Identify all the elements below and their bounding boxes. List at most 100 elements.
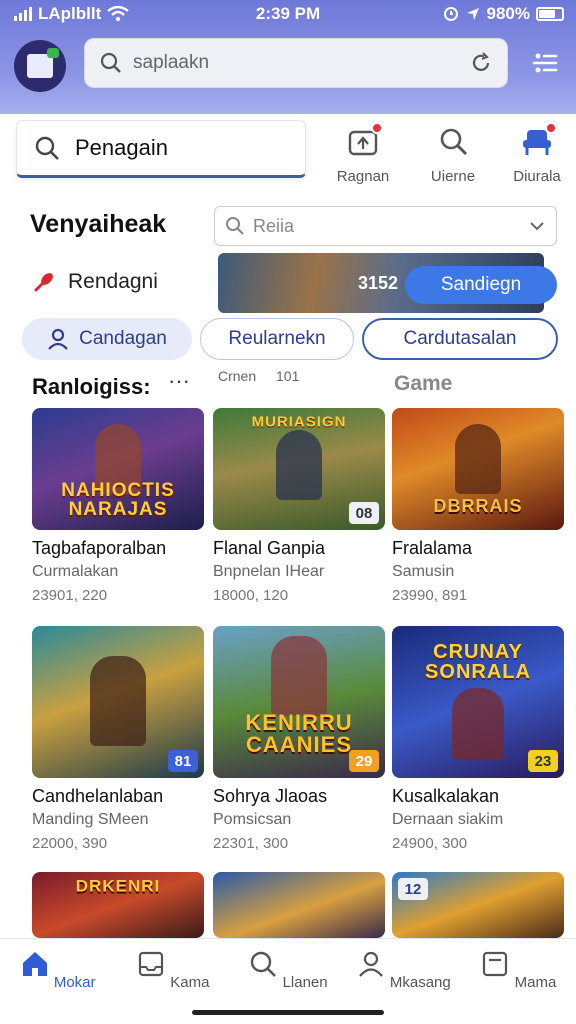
chip-candagan[interactable]: Candagan <box>22 318 192 360</box>
game-developer: Samusin <box>392 563 455 580</box>
inbox-icon <box>139 951 164 977</box>
game-art-title: NAHIOCTIS NARAJAS <box>61 480 175 520</box>
search-icon <box>226 217 244 235</box>
nav-label: Kama <box>170 974 210 991</box>
nav-label: Mama <box>514 974 557 991</box>
search-icon <box>251 951 277 977</box>
search-icon <box>100 52 121 73</box>
top-header: LAplbllt 2:39 PM 980% saplaakn <box>0 0 576 114</box>
list-header: Ranloigiss: <box>32 374 151 399</box>
game-developer: Dernaan siakim <box>392 811 504 828</box>
list-category: Game <box>394 372 453 395</box>
game-thumbnail[interactable]: MURIASIGN 08 <box>213 408 385 530</box>
game-thumbnail[interactable] <box>213 872 385 938</box>
user-icon <box>48 328 68 350</box>
game-thumbnail[interactable]: KENIRRU CAANIES 29 <box>213 626 385 778</box>
game-name: Candhelanlaban <box>32 786 164 806</box>
game-art-title: KENIRRU CAANIES <box>245 710 353 757</box>
pin-icon <box>34 273 53 292</box>
chip-reularnekn[interactable]: Reularnekn <box>200 318 354 360</box>
nav-label: Llanen <box>282 974 328 991</box>
game-card[interactable]: 12 <box>392 872 564 938</box>
game-thumbnail[interactable]: 81 <box>32 626 204 778</box>
menu-icon[interactable] <box>530 48 560 78</box>
filter-placeholder: Reiia <box>253 215 295 236</box>
game-card[interactable]: NAHIOCTIS NARAJAS Tagbafaporalban Curmal… <box>32 408 204 604</box>
game-art-title: DRKENRI <box>75 876 161 896</box>
quick-action-ragnan[interactable]: Ragnan <box>328 122 398 185</box>
list-subtitle: Crnen <box>218 368 257 384</box>
game-card[interactable]: MURIASIGN 08 Flanal Ganpia Bnpnelan IHea… <box>213 408 385 604</box>
game-name: Flanal Ganpia <box>213 538 326 558</box>
game-art-title: MURIASIGN <box>251 413 347 431</box>
game-name: Tagbafaporalban <box>32 538 167 558</box>
filter-dropdown[interactable]: Reiia <box>214 206 557 246</box>
quick-action-label: Uierne <box>430 168 476 185</box>
more-icon[interactable]: ··· <box>168 368 190 394</box>
tag-item[interactable]: Rendagni <box>32 270 158 294</box>
game-stats: 23901, 220 <box>32 587 108 604</box>
game-developer: Pomsicsan <box>213 811 292 828</box>
game-badge: 81 <box>168 750 198 772</box>
game-badge: 29 <box>349 750 379 772</box>
chair-icon <box>521 122 557 158</box>
quick-action-label: Diurala <box>513 168 561 185</box>
nav-item-home[interactable]: Mokar <box>0 939 115 1024</box>
tag-label: Rendagni <box>68 270 158 293</box>
nav-label: Mkasang <box>389 974 451 991</box>
game-name: Kusalkalakan <box>392 786 500 806</box>
battery-percent: 980% <box>486 4 530 23</box>
game-name: Fralalama <box>392 538 473 558</box>
section-title: Venyaiheak <box>30 210 167 238</box>
top-search-bar[interactable]: saplaakn <box>84 38 508 88</box>
game-stats: 23990, 891 <box>392 587 468 604</box>
status-bar: LAplbllt 2:39 PM 980% <box>0 0 576 30</box>
top-search-text[interactable]: saplaakn <box>133 52 469 74</box>
profile-icon <box>358 951 383 977</box>
game-badge: 23 <box>528 750 558 772</box>
home-indicator <box>192 1010 384 1015</box>
game-developer: Bnpnelan IHear <box>213 563 325 580</box>
game-card[interactable] <box>213 872 385 938</box>
game-card[interactable]: CRUNAY SONRALA 23 Kusalkalakan Dernaan s… <box>392 626 564 852</box>
quick-action-uierne[interactable]: Uierne <box>418 126 488 185</box>
quick-action-diurala[interactable]: Diurala <box>502 122 572 185</box>
game-developer: Manding SMeen <box>32 811 149 828</box>
game-thumbnail[interactable]: NAHIOCTIS NARAJAS <box>32 408 204 530</box>
game-developer: Curmalakan <box>32 563 119 580</box>
main-search-input[interactable]: Penagain <box>16 120 306 178</box>
chip-label: Candagan <box>79 328 167 349</box>
game-thumbnail[interactable]: CRUNAY SONRALA 23 <box>392 626 564 778</box>
game-badge: 08 <box>349 502 379 524</box>
game-art-title: DBRRAIS <box>433 496 523 516</box>
home-icon <box>22 952 47 976</box>
battery-icon <box>536 7 564 21</box>
chip-cardutasalan[interactable]: Cardutasalan <box>362 318 558 360</box>
game-thumbnail[interactable]: 12 <box>392 872 564 938</box>
search-icon <box>437 126 469 158</box>
nav-item-mama[interactable]: Mama <box>461 939 576 1024</box>
game-stats: 22000, 390 <box>32 835 108 852</box>
game-card[interactable]: DRKENRI <box>32 872 204 938</box>
game-stats: 24900, 300 <box>392 835 468 852</box>
game-card[interactable]: DBRRAIS Fralalama Samusin 23990, 891 <box>392 408 564 604</box>
app-logo[interactable] <box>14 40 66 92</box>
game-thumbnail[interactable]: DBRRAIS <box>392 408 564 530</box>
window-icon <box>483 951 508 977</box>
search-icon <box>35 136 59 160</box>
search-text[interactable]: Penagain <box>75 135 168 161</box>
nav-label: Mokar <box>53 974 96 991</box>
refresh-icon[interactable] <box>469 51 493 75</box>
game-badge: 12 <box>398 878 428 900</box>
game-name: Sohrya Jlaoas <box>213 786 328 806</box>
game-stats: 22301, 300 <box>213 835 289 852</box>
list-subtitle-count: 101 <box>276 368 300 384</box>
game-thumbnail[interactable]: DRKENRI <box>32 872 204 938</box>
game-stats: 18000, 120 <box>213 587 289 604</box>
banner-button[interactable]: Sandiegn <box>405 266 557 304</box>
game-card[interactable]: 81 Candhelanlaban Manding SMeen 22000, 3… <box>32 626 204 852</box>
banner-count: 3152 <box>358 273 399 293</box>
alarm-icon <box>443 7 458 21</box>
game-card[interactable]: KENIRRU CAANIES 29 Sohrya Jlaoas Pomsics… <box>213 626 385 852</box>
location-icon <box>466 8 479 20</box>
